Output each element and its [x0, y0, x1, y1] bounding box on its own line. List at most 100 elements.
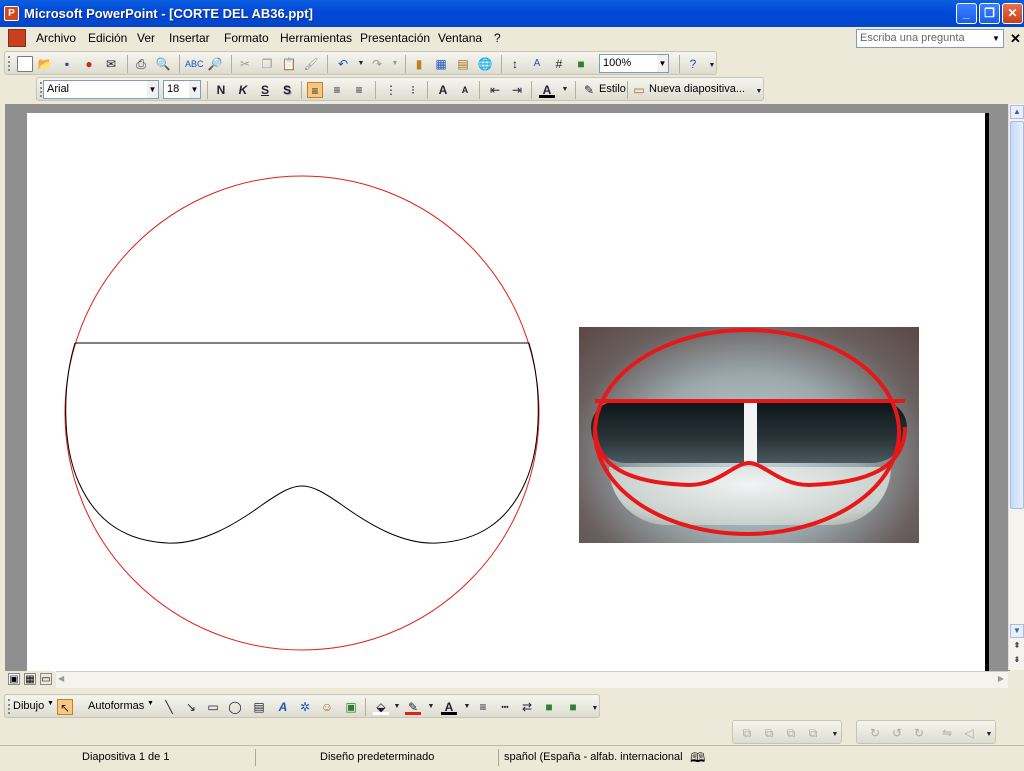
scroll-down-icon[interactable]: ▼: [1010, 624, 1024, 638]
shadow-button[interactable]: S: [279, 82, 295, 98]
font-color-icon[interactable]: A: [441, 699, 457, 715]
fill-color-icon[interactable]: ⬙: [373, 699, 389, 715]
diagram-icon[interactable]: ✲: [297, 699, 313, 715]
scroll-right-icon[interactable]: ▶: [998, 674, 1004, 683]
scroll-up-icon[interactable]: ▲: [1010, 105, 1024, 119]
style-label[interactable]: Estilo: [599, 83, 626, 95]
restore-button[interactable]: ❐: [979, 3, 1000, 24]
style-icon[interactable]: ✎: [581, 82, 597, 98]
numbering-icon[interactable]: ⋮: [383, 82, 399, 98]
arrow-tool-icon[interactable]: ↘: [183, 699, 199, 715]
line-style-icon[interactable]: ≡: [475, 699, 491, 715]
powerpoint-app-icon[interactable]: P: [4, 6, 19, 21]
flip-horizontal-icon[interactable]: ⇋: [939, 725, 955, 741]
format-painter-icon[interactable]: 🖌: [303, 56, 319, 72]
cut-icon[interactable]: ✂: [237, 56, 253, 72]
insert-table-icon[interactable]: ▦: [433, 56, 449, 72]
expand-all-icon[interactable]: ↕: [507, 56, 523, 72]
arrow-style-icon[interactable]: ⇄: [519, 699, 535, 715]
menu-edicion[interactable]: Edición: [88, 31, 127, 45]
font-color-icon[interactable]: A: [539, 82, 555, 98]
free-rotate-icon[interactable]: ↻: [867, 725, 883, 741]
insert-chart-icon[interactable]: ▮: [411, 56, 427, 72]
textbox-tool-icon[interactable]: ▤: [251, 699, 267, 715]
horizontal-scrollbar[interactable]: ◀ ▶: [56, 671, 1008, 688]
ask-question-box[interactable]: Escriba una pregunta ▼: [856, 29, 1004, 48]
increase-font-size-icon[interactable]: A: [435, 82, 451, 98]
decrease-indent-icon[interactable]: ⇤: [487, 82, 503, 98]
new-slide-icon[interactable]: ▭: [631, 82, 647, 98]
line-color-dropdown-icon[interactable]: ▼: [423, 699, 439, 715]
bring-front-icon[interactable]: ⧉: [739, 725, 755, 741]
toolbar-options-icon[interactable]: ▼: [751, 84, 767, 100]
redo-icon[interactable]: ↷: [369, 56, 385, 72]
fill-color-dropdown-icon[interactable]: ▼: [389, 699, 405, 715]
close-document-icon[interactable]: ✕: [1010, 31, 1021, 47]
scroll-thumb[interactable]: [1010, 121, 1024, 509]
cross-section-outline[interactable]: [65, 342, 539, 544]
align-left-icon[interactable]: ≡: [307, 82, 323, 98]
menu-ver[interactable]: Ver: [137, 31, 155, 45]
font-color-dropdown-icon[interactable]: ▼: [459, 699, 475, 715]
toolbar-options-icon[interactable]: ▼: [981, 727, 997, 743]
underline-button[interactable]: S: [257, 82, 273, 98]
chevron-down-icon[interactable]: ▼: [189, 81, 200, 98]
spelling-icon[interactable]: ABC: [185, 56, 204, 72]
copy-icon[interactable]: ❐: [259, 56, 275, 72]
align-right-icon[interactable]: ≡: [351, 82, 367, 98]
email-icon[interactable]: ✉: [103, 56, 119, 72]
font-select[interactable]: Arial ▼: [43, 80, 159, 99]
chevron-down-icon[interactable]: ▼: [990, 31, 1002, 46]
line-color-icon[interactable]: ✎: [405, 699, 421, 715]
menu-formato[interactable]: Formato: [224, 31, 269, 45]
rotate-left-icon[interactable]: ↺: [889, 725, 905, 741]
insert-picture-icon[interactable]: ▣: [343, 699, 359, 715]
slide-canvas[interactable]: [27, 113, 989, 673]
menu-help[interactable]: ?: [494, 31, 501, 45]
bullets-icon[interactable]: ⁝: [405, 82, 421, 98]
line-tool-icon[interactable]: ╲: [161, 699, 177, 715]
menu-presentacion[interactable]: Presentación: [360, 31, 430, 45]
undo-dropdown-icon[interactable]: ▼: [353, 56, 369, 72]
save-icon[interactable]: ▪: [59, 56, 75, 72]
align-center-icon[interactable]: ≡: [329, 82, 345, 98]
send-backward-icon[interactable]: ⧉: [805, 725, 821, 741]
photo-image[interactable]: [579, 327, 919, 543]
wordart-icon[interactable]: A: [275, 699, 291, 715]
decrease-font-size-icon[interactable]: A: [457, 82, 473, 98]
next-slide-icon[interactable]: ⇟: [1010, 654, 1024, 668]
italic-button[interactable]: K: [235, 82, 251, 98]
flip-vertical-icon[interactable]: ◁: [961, 725, 977, 741]
3d-style-icon[interactable]: ■: [565, 699, 581, 715]
shadow-style-icon[interactable]: ■: [541, 699, 557, 715]
close-button[interactable]: ✕: [1002, 3, 1023, 24]
chevron-down-icon[interactable]: ▼: [657, 55, 668, 72]
toolbar-options-icon[interactable]: ▼: [587, 701, 603, 717]
font-color-dropdown-icon[interactable]: ▼: [557, 82, 573, 98]
rectangle-tool-icon[interactable]: ▭: [205, 699, 221, 715]
open-folder-icon[interactable]: 📂: [37, 56, 53, 72]
outer-circle[interactable]: [64, 175, 540, 651]
menu-insertar[interactable]: Insertar: [169, 31, 210, 45]
redo-dropdown-icon[interactable]: ▼: [387, 56, 403, 72]
new-slide-label[interactable]: Nueva diapositiva...: [649, 83, 745, 95]
bring-forward-icon[interactable]: ⧉: [783, 725, 799, 741]
bold-button[interactable]: N: [213, 82, 229, 98]
minimize-button[interactable]: _: [956, 3, 977, 24]
color-grayscale-icon[interactable]: ■: [573, 56, 589, 72]
autoshapes-menu-button[interactable]: Autoformas: [88, 700, 144, 712]
new-document-icon[interactable]: [17, 56, 33, 72]
menu-herramientas[interactable]: Herramientas: [280, 31, 352, 45]
normal-view-icon[interactable]: ▣: [8, 673, 20, 685]
chevron-down-icon[interactable]: ▼: [147, 700, 154, 707]
print-icon[interactable]: ⎙: [133, 56, 149, 72]
show-formatting-icon[interactable]: A: [529, 56, 545, 72]
select-objects-icon[interactable]: ↖: [57, 699, 73, 715]
toolbar-grip[interactable]: [8, 699, 11, 714]
font-size-select[interactable]: 18 ▼: [163, 80, 201, 99]
dash-style-icon[interactable]: ┅: [497, 699, 513, 715]
research-icon[interactable]: 🔎: [207, 56, 223, 72]
vertical-scrollbar[interactable]: ▲ ▼ ⇞ ⇟: [1008, 104, 1024, 670]
previous-slide-icon[interactable]: ⇞: [1010, 640, 1024, 654]
document-menu-icon[interactable]: [8, 29, 26, 47]
